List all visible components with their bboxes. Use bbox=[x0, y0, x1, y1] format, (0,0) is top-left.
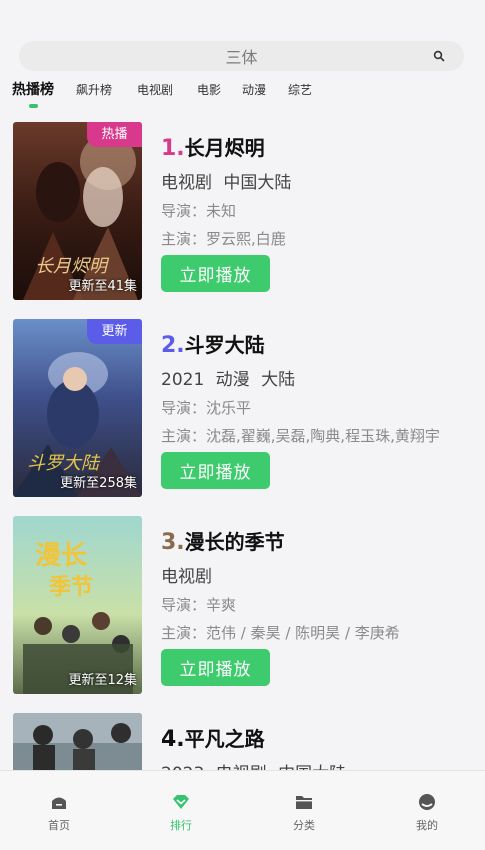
nav-category[interactable]: 分类 bbox=[274, 793, 334, 843]
rank-number: 2. bbox=[161, 333, 185, 358]
search-icon[interactable] bbox=[433, 50, 445, 62]
svg-text:斗罗大陆: 斗罗大陆 bbox=[27, 453, 101, 474]
svg-text:漫长: 漫长 bbox=[35, 541, 88, 571]
nav-ranking-label: 排行 bbox=[170, 819, 192, 832]
item-director: 导演：辛爽 bbox=[161, 596, 237, 614]
poster-image[interactable] bbox=[13, 713, 142, 770]
ranking-list[interactable]: 长月烬明 热播 更新至41集 1.长月烬明 电视剧 中国大陆 导演：未知 主演：… bbox=[0, 118, 485, 770]
item-director: 导演：未知 bbox=[161, 202, 237, 220]
list-item[interactable]: 漫长 季节 更新至12集 3.漫长的季节 电视剧 导演：辛爽 主演：范伟 / 秦… bbox=[0, 512, 485, 694]
nav-profile-label: 我的 bbox=[416, 819, 438, 832]
tab-variety[interactable]: 综艺 bbox=[288, 80, 312, 100]
nav-ranking[interactable]: 排行 bbox=[151, 793, 211, 843]
item-title[interactable]: 1.长月烬明 bbox=[161, 132, 265, 161]
item-title[interactable]: 3.漫长的季节 bbox=[161, 526, 285, 555]
tab-indicator bbox=[29, 104, 38, 108]
item-title[interactable]: 2.斗罗大陆 bbox=[161, 329, 265, 358]
search-bar[interactable]: 三体 bbox=[19, 41, 464, 71]
ranking-tabs: 热播榜 飙升榜 电视剧 电影 动漫 综艺 bbox=[0, 80, 485, 110]
rank-number: 4. bbox=[161, 727, 185, 752]
poster-image[interactable]: 漫长 季节 更新至12集 bbox=[13, 516, 142, 694]
item-title[interactable]: 4.平凡之路 bbox=[161, 723, 265, 752]
play-button[interactable]: 立即播放 bbox=[161, 255, 270, 292]
search-input[interactable]: 三体 bbox=[225, 44, 257, 68]
title-text: 斗罗大陆 bbox=[184, 333, 265, 357]
item-actors: 主演：沈磊,翟巍,吴磊,陶典,程玉珠,黄翔宇 bbox=[161, 427, 440, 445]
play-button[interactable]: 立即播放 bbox=[161, 649, 270, 686]
tab-rising[interactable]: 飙升榜 bbox=[76, 80, 112, 100]
status-badge: 更新 bbox=[87, 319, 142, 344]
nav-category-label: 分类 bbox=[293, 819, 315, 832]
nav-profile[interactable]: 我的 bbox=[397, 793, 457, 843]
episode-update: 更新至258集 bbox=[60, 476, 137, 491]
item-director: 导演：沈乐平 bbox=[161, 399, 252, 417]
title-text: 漫长的季节 bbox=[184, 530, 285, 554]
item-meta: 电视剧 bbox=[161, 567, 212, 587]
diamond-icon bbox=[173, 795, 189, 809]
list-item[interactable]: 斗罗大陆 更新 更新至258集 2.斗罗大陆 2021 动漫 大陆 导演：沈乐平… bbox=[0, 315, 485, 497]
svg-text:长月烬明: 长月烬明 bbox=[35, 256, 110, 277]
poster-image[interactable]: 斗罗大陆 更新 更新至258集 bbox=[13, 319, 142, 497]
rank-number: 1. bbox=[161, 136, 185, 161]
list-item[interactable]: 4.平凡之路 2023 电视剧 中国大陆 bbox=[0, 709, 485, 770]
svg-text:季节: 季节 bbox=[49, 574, 93, 600]
tab-anime[interactable]: 动漫 bbox=[242, 80, 266, 100]
nav-home-label: 首页 bbox=[48, 819, 70, 832]
folder-icon bbox=[296, 796, 312, 809]
item-meta: 2021 动漫 大陆 bbox=[161, 370, 296, 390]
title-text: 长月烬明 bbox=[184, 136, 265, 160]
play-button[interactable]: 立即播放 bbox=[161, 452, 270, 489]
tab-movie[interactable]: 电影 bbox=[197, 80, 221, 100]
nav-home[interactable]: 首页 bbox=[29, 793, 89, 843]
bottom-nav: 首页 排行 分类 我的 bbox=[0, 770, 485, 850]
status-badge: 热播 bbox=[87, 122, 142, 147]
tab-tv[interactable]: 电视剧 bbox=[137, 80, 173, 100]
home-icon bbox=[52, 797, 66, 809]
title-text: 平凡之路 bbox=[184, 727, 265, 751]
poster-image[interactable]: 长月烬明 热播 更新至41集 bbox=[13, 122, 142, 300]
tab-hot[interactable]: 热播榜 bbox=[12, 80, 54, 100]
user-icon bbox=[419, 794, 435, 810]
episode-update: 更新至41集 bbox=[68, 279, 137, 294]
item-meta: 电视剧 中国大陆 bbox=[161, 173, 292, 193]
rank-number: 3. bbox=[161, 530, 185, 555]
item-actors: 主演：罗云熙,白鹿 bbox=[161, 230, 286, 248]
list-item[interactable]: 长月烬明 热播 更新至41集 1.长月烬明 电视剧 中国大陆 导演：未知 主演：… bbox=[0, 118, 485, 300]
item-meta: 2023 电视剧 中国大陆 bbox=[161, 759, 346, 770]
item-actors: 主演：范伟 / 秦昊 / 陈明昊 / 李庚希 bbox=[161, 624, 400, 642]
episode-update: 更新至12集 bbox=[68, 673, 137, 688]
